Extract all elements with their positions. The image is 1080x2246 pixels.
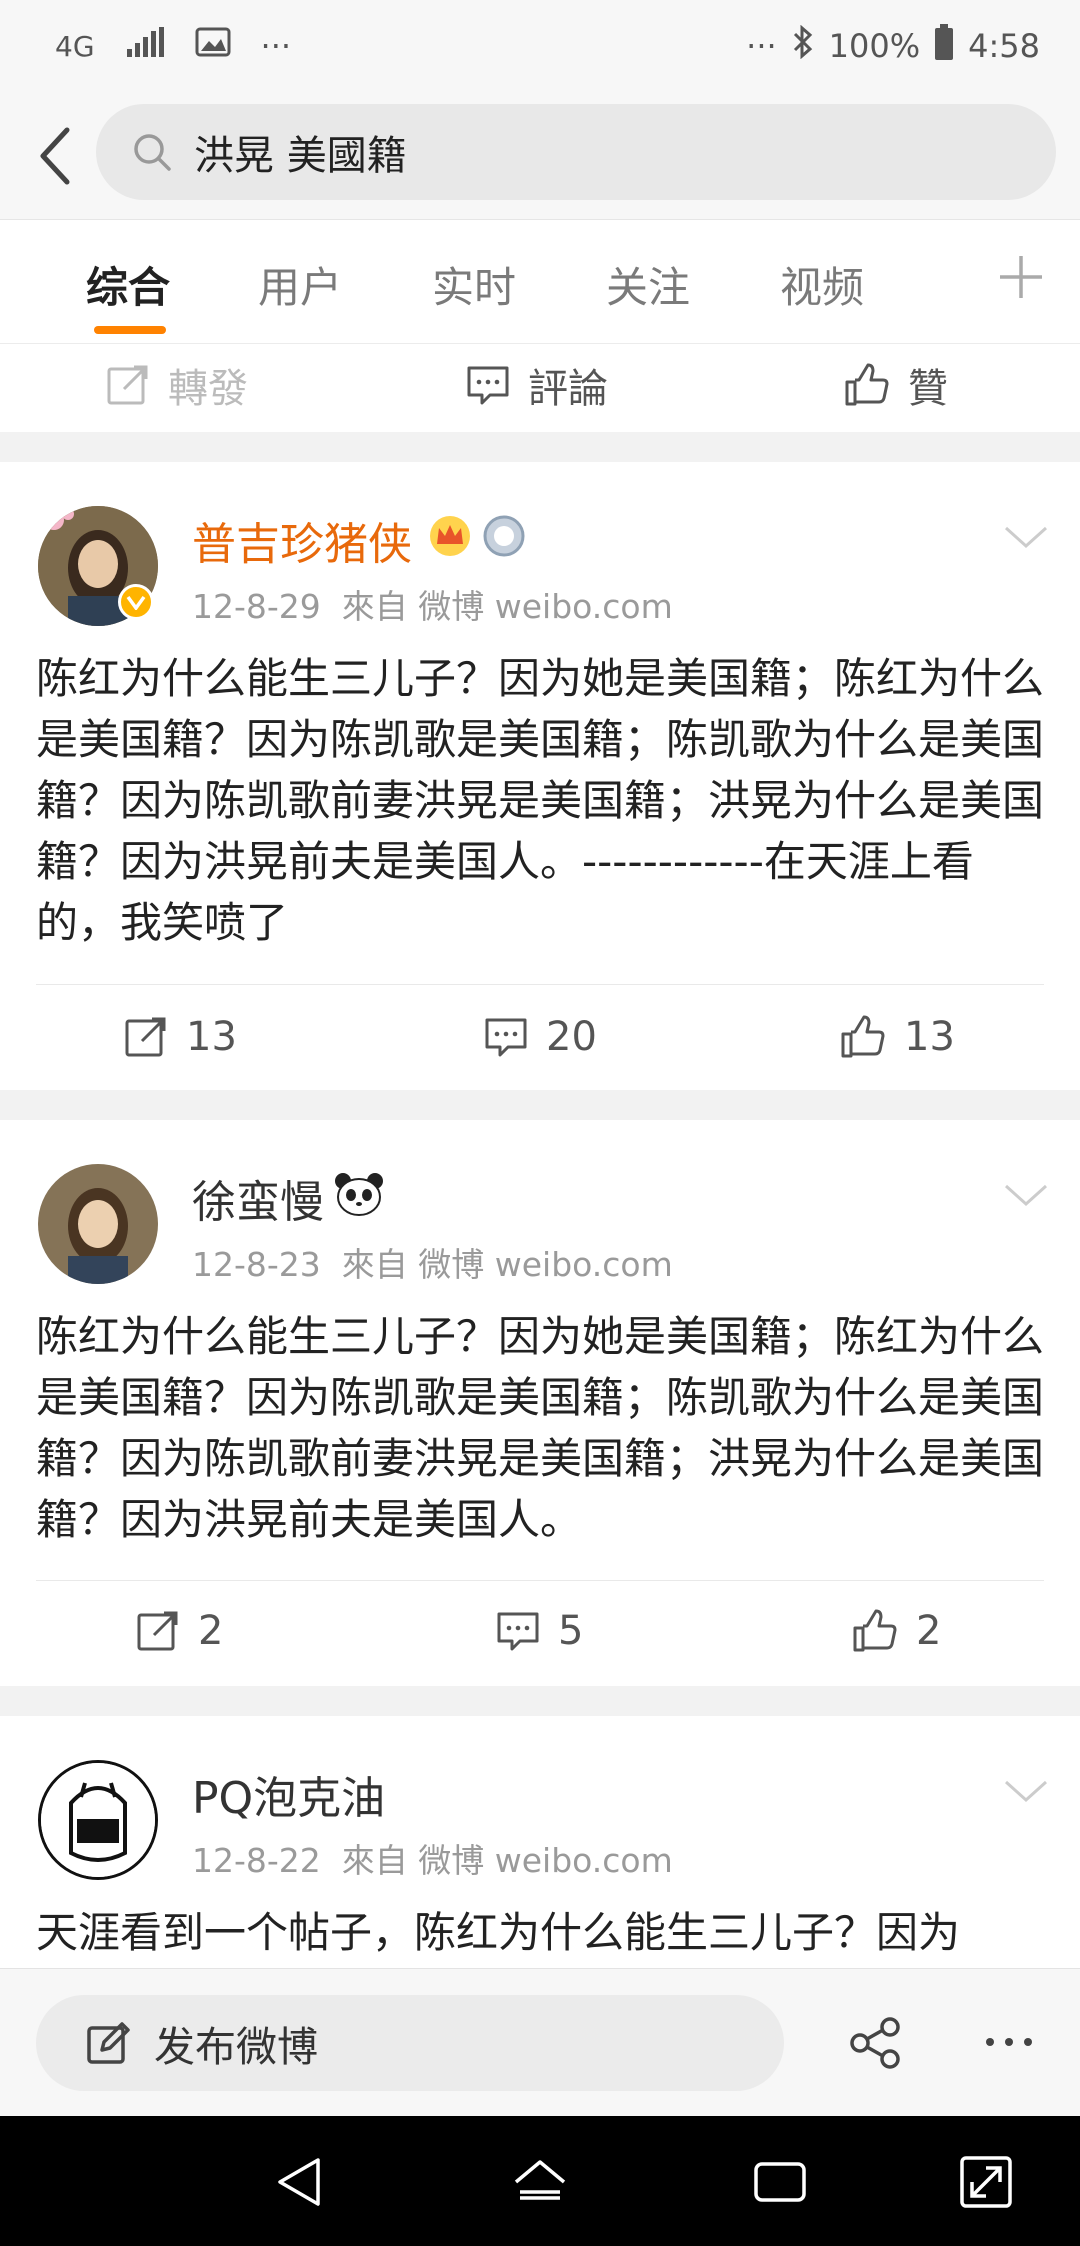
divider [36,984,1044,985]
post-username[interactable]: PQ泡克油 [192,1762,385,1826]
comment-button[interactable]: 20 [484,1014,597,1060]
system-nav-bar [0,2116,1080,2246]
repost-label: 轉發 [168,366,248,412]
add-tab-icon[interactable] [994,250,1048,304]
chevron-down-icon[interactable] [1002,1776,1050,1806]
post-card[interactable]: PQ泡克油 12-8-22 來自 微博 weibo.com 天涯看到一个帖子，陈… [0,1716,1080,1968]
medal-icon [482,514,526,562]
image-icon [195,27,231,65]
comment-count: 5 [558,1608,584,1654]
network-indicator: 4G [55,29,95,63]
back-button[interactable] [20,118,90,194]
repost-button[interactable]: 2 [136,1608,223,1654]
repost-button[interactable]: 13 [124,1014,237,1060]
repost-icon [107,365,148,405]
repost-icon [125,1017,166,1057]
thumbs-up-icon [841,1015,885,1058]
comment-button[interactable]: 5 [496,1608,583,1654]
search-query: 洪晃 美國籍 [194,133,407,179]
nav-home-icon[interactable] [510,2152,570,2212]
post-date: 12-8-29 [192,587,321,626]
post-source: 來自 微博 weibo.com [341,1841,673,1880]
weibo-search-page: 4G ··· ··· 100% 4:58 洪晃 美國籍 综合 用户 实时 关注 … [0,0,1080,2246]
post-card[interactable]: 普吉珍猪侠 12-8-29 來自 微博 weibo.com 陈红为什么能生三儿子… [0,462,1080,1090]
comment-icon [497,1612,539,1651]
share-icon[interactable] [848,2017,904,2069]
status-more-right: ··· [746,27,777,65]
repost-button[interactable]: 轉發 [106,356,248,414]
avatar[interactable] [38,1164,158,1284]
more-icon[interactable] [984,2035,1034,2049]
tab-users[interactable]: 用户 [258,254,342,315]
battery-icon [934,24,954,68]
divider [36,1580,1044,1581]
like-button[interactable]: 13 [840,1014,955,1060]
post-text: 陈红为什么能生三儿子？因为她是美国籍；陈红为什么是美国籍？因为陈凯歌是美国籍；陈… [36,1312,1045,1544]
post-text: 陈红为什么能生三儿子？因为她是美国籍；陈红为什么是美国籍？因为陈凯歌是美国籍；陈… [36,654,1045,947]
compose-button[interactable]: 发布微博 [36,1995,784,2091]
status-more: ··· [260,27,292,65]
post-source: 來自 微博 weibo.com [341,1245,673,1284]
search-header: 洪晃 美國籍 [0,92,1080,220]
vip-crown-icon [428,514,472,562]
compose-label: 发布微博 [154,2023,318,2071]
avatar[interactable] [38,1760,158,1880]
thumbs-up-icon [853,1609,897,1652]
repost-icon [137,1611,178,1651]
signal-icon [125,27,165,65]
like-label: 贊 [908,366,948,412]
chevron-left-icon [40,127,70,185]
comment-label: 評論 [528,366,608,412]
comment-icon [467,366,509,405]
previous-post-actions: 轉發 評論 贊 [0,344,1080,432]
nav-back-icon[interactable] [270,2152,330,2212]
like-count: 13 [904,1014,955,1060]
post-username[interactable]: 普吉珍猪侠 [192,508,412,572]
post-date: 12-8-22 [192,1841,321,1880]
post-actions: 2 5 2 [0,1586,1080,1686]
search-tabs: 综合 用户 实时 关注 视频 [0,220,1080,344]
like-button[interactable]: 贊 [844,356,948,414]
comment-icon [485,1018,527,1057]
thumbs-up-icon [845,363,889,406]
search-icon [134,134,171,171]
post-source: 來自 微博 weibo.com [341,587,673,626]
battery-percent: 100% [828,27,921,65]
active-tab-indicator [94,326,166,334]
post-card[interactable]: 徐蛮慢 12-8-23 來自 微博 weibo.com 陈红为什么能生三儿子？因… [0,1120,1080,1686]
status-bar: 4G ··· ··· 100% 4:58 [0,0,1080,92]
tab-video[interactable]: 视频 [780,254,864,315]
panda-icon [334,1172,384,1220]
nav-recents-icon[interactable] [750,2152,810,2212]
post-username[interactable]: 徐蛮慢 [192,1166,324,1230]
like-count: 2 [916,1608,942,1654]
repost-count: 13 [186,1014,237,1060]
tab-comprehensive[interactable]: 综合 [86,254,170,315]
chevron-down-icon[interactable] [1002,522,1050,552]
chevron-down-icon[interactable] [1002,1180,1050,1210]
repost-count: 2 [198,1608,224,1654]
search-input[interactable]: 洪晃 美國籍 [96,104,1056,200]
edit-icon [87,2022,130,2064]
verified-badge-icon [118,584,154,620]
comment-count: 20 [546,1014,597,1060]
clock: 4:58 [968,27,1040,65]
tab-following[interactable]: 关注 [606,254,690,315]
like-button[interactable]: 2 [852,1608,941,1654]
post-date: 12-8-23 [192,1245,321,1284]
post-text: 天涯看到一个帖子，陈红为什么能生三儿子？因为 [36,1908,961,1957]
post-actions: 13 20 13 [0,992,1080,1092]
bluetooth-icon [791,24,815,67]
comment-button[interactable]: 評論 [466,356,608,414]
tab-realtime[interactable]: 实时 [432,254,516,315]
compose-bar: 发布微博 [0,1968,1080,2116]
nav-expand-icon[interactable] [956,2152,1016,2212]
